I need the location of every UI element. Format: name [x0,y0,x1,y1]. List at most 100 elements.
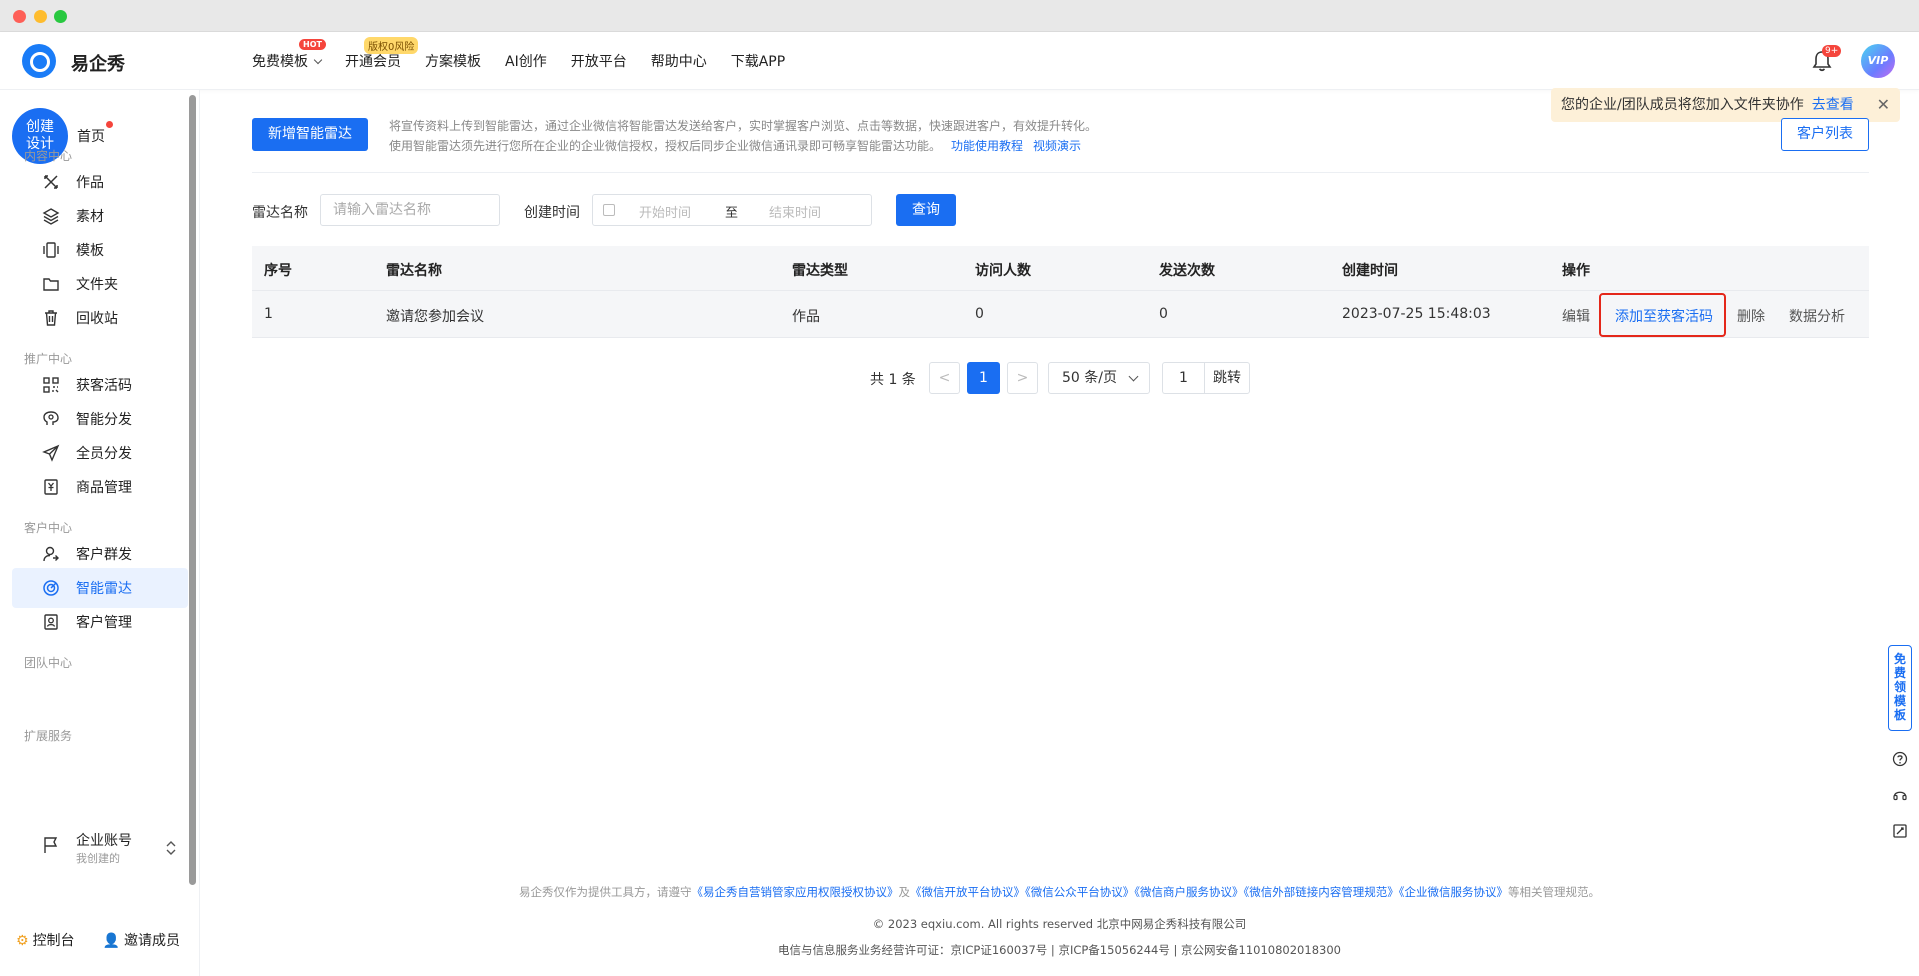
edit-link[interactable]: 编辑 [1562,306,1590,326]
col-type: 雷达类型 [792,263,848,279]
date-range-picker[interactable]: 开始时间 至 结束时间 [592,194,872,226]
footer-agreement: 易企秀仅作为提供工具方，请遵守《易企秀自营销管家应用权限授权协议》及《微信开放平… [200,884,1919,900]
help-icon[interactable] [1892,751,1908,767]
jump-page-input[interactable]: 1 [1162,362,1204,394]
cell-index: 1 [264,306,273,322]
nav-open-platform[interactable]: 开放平台 [571,51,627,71]
add-smart-radar-button[interactable]: 新增智能雷达 [252,118,368,151]
sidebar-scrollbar[interactable] [189,95,196,885]
toast-view-link[interactable]: 去查看 [1812,97,1854,113]
customer-service-icon[interactable] [1892,787,1908,803]
nav-download-app[interactable]: 下载APP [731,51,785,71]
nav-label: 开通会员 [345,54,401,70]
feedback-icon[interactable] [1892,823,1908,839]
cell-visitors: 0 [975,306,984,322]
created-time-label: 创建时间 [524,205,580,221]
nav-label: 免费模板 [252,54,308,70]
collab-notice-toast: 您的企业/团队成员将您加入文件夹协作 去查看 ✕ [1551,88,1900,122]
start-date-input[interactable]: 开始时间 [639,202,691,221]
user-send-icon [42,545,60,563]
col-sends: 发送次数 [1159,263,1215,279]
top-nav: 免费模板 HOT 开通会员 版权0风险 方案模板 AI创作 开放平台 帮助中心 … [252,37,809,71]
window-titlebar [0,0,1919,32]
calendar-icon [603,204,615,216]
nav-solution-templates[interactable]: 方案模板 [425,51,481,71]
maximize-window-button[interactable] [54,10,67,23]
page-1-button[interactable]: 1 [967,362,1000,394]
next-page-button[interactable]: > [1007,362,1038,394]
enterprise-account[interactable]: 企业账号 我创建的 [42,830,188,870]
sidebar-item-label: 全员分发 [76,446,132,462]
query-button[interactable]: 查询 [896,194,956,226]
sidebar-item-label: 素材 [76,209,104,225]
cell-type: 作品 [792,309,820,325]
layers-icon [42,207,60,225]
invite-member-link[interactable]: 👤 邀请成员 [103,930,180,950]
jump-button[interactable]: 跳转 [1204,362,1250,394]
notification-count-badge: 9+ [1822,45,1842,57]
console-link[interactable]: ⚙ 控制台 [16,930,75,950]
footer-icp: 电信与信息服务业务经营许可证：京ICP证160037号 | 京ICP备15056… [778,943,1341,957]
cell-created: 2023-07-25 15:48:03 [1342,306,1491,322]
section-team-center: 团队中心 [24,656,73,670]
trash-icon [42,309,60,327]
radar-name-input[interactable]: 请输入雷达名称 [320,194,500,226]
sidebar-item-label: 客户群发 [76,547,132,563]
brand-name[interactable]: 易企秀 [71,50,125,76]
col-created: 创建时间 [1342,263,1398,279]
sidebar-item-recycle[interactable]: 回收站 [12,298,188,338]
enterprise-label: 企业账号 [76,833,132,849]
close-icon[interactable]: ✕ [1877,88,1890,122]
folder-icon [42,275,60,293]
page-size-select[interactable]: 50 条/页 [1048,362,1150,394]
sidebar-footer: ⚙ 控制台 👤 邀请成员 [0,930,196,950]
close-window-button[interactable] [13,10,26,23]
qrcode-icon [42,376,60,394]
desc-line2: 使用智能雷达须先进行您所在企业的企业微信授权，授权后同步企业微信通讯录即可畅享智… [389,139,942,153]
sidebar-item-label: 模板 [76,243,104,259]
highlight-box [1599,293,1726,337]
create-label-line1: 创建 [26,119,54,135]
desc-line1: 将宣传资料上传到智能雷达，通过企业微信将智能雷达发送给客户，实时掌握客户浏览、点… [389,119,1098,133]
home-unread-dot [106,121,113,128]
sidebar-item-customer-mgmt[interactable]: 客户管理 [12,602,188,642]
sidebar-item-goods[interactable]: 商品管理 [12,467,188,507]
chevron-down-icon [313,55,323,65]
video-demo-link[interactable]: 视频演示 [1033,139,1081,153]
prev-page-button[interactable]: < [929,362,960,394]
enterprise-sub: 我创建的 [76,852,120,865]
nav-free-templates[interactable]: 免费模板 HOT [252,39,326,71]
sidebar-item-label: 回收站 [76,311,118,327]
table-header: 序号 雷达名称 雷达类型 访问人数 发送次数 创建时间 操作 [252,246,1869,290]
radar-name-label: 雷达名称 [252,205,308,221]
footer-and: 及 [898,885,911,899]
tools-icon [42,173,60,191]
sidebar-item-label: 作品 [76,175,104,191]
section-ext-services: 扩展服务 [24,729,73,743]
top-header: 易企秀 免费模板 HOT 开通会员 版权0风险 方案模板 AI创作 开放平台 帮… [0,32,1919,90]
cell-name: 邀请您参加会议 [386,309,484,325]
footer-agreement-link[interactable]: 《易企秀自营销管家应用权限授权协议》 [692,885,899,899]
end-date-input[interactable]: 结束时间 [769,202,821,221]
invite-label: 邀请成员 [124,933,180,949]
nav-ai-create[interactable]: AI创作 [505,51,547,71]
sidebar-item-home[interactable]: 首页 [77,126,105,146]
brand-logo-icon[interactable] [22,44,56,78]
nav-help-center[interactable]: 帮助中心 [651,51,707,71]
send-icon [42,444,60,462]
tutorial-link[interactable]: 功能使用教程 [951,139,1023,153]
minimize-window-button[interactable] [34,10,47,23]
date-range-separator: 至 [725,206,739,221]
radar-icon [42,579,60,597]
user-avatar[interactable]: VIP [1861,44,1895,78]
free-template-button[interactable]: 免费领模板 [1888,645,1912,731]
delete-link[interactable]: 删除 [1737,306,1765,326]
customer-list-button[interactable]: 客户列表 [1781,118,1869,151]
footer-wechat-links[interactable]: 《微信开放平台协议》《微信公众平台协议》《微信商户服务协议》《微信外部链接内容管… [910,885,1508,899]
copyright-badge: 版权0风险 [364,37,419,54]
nav-membership[interactable]: 开通会员 版权0风险 [345,37,419,71]
data-analysis-link[interactable]: 数据分析 [1789,306,1845,326]
chevron-down-icon [1128,371,1139,382]
sidebar-item-label: 智能雷达 [76,581,132,597]
user-add-icon: 👤 [102,933,120,949]
